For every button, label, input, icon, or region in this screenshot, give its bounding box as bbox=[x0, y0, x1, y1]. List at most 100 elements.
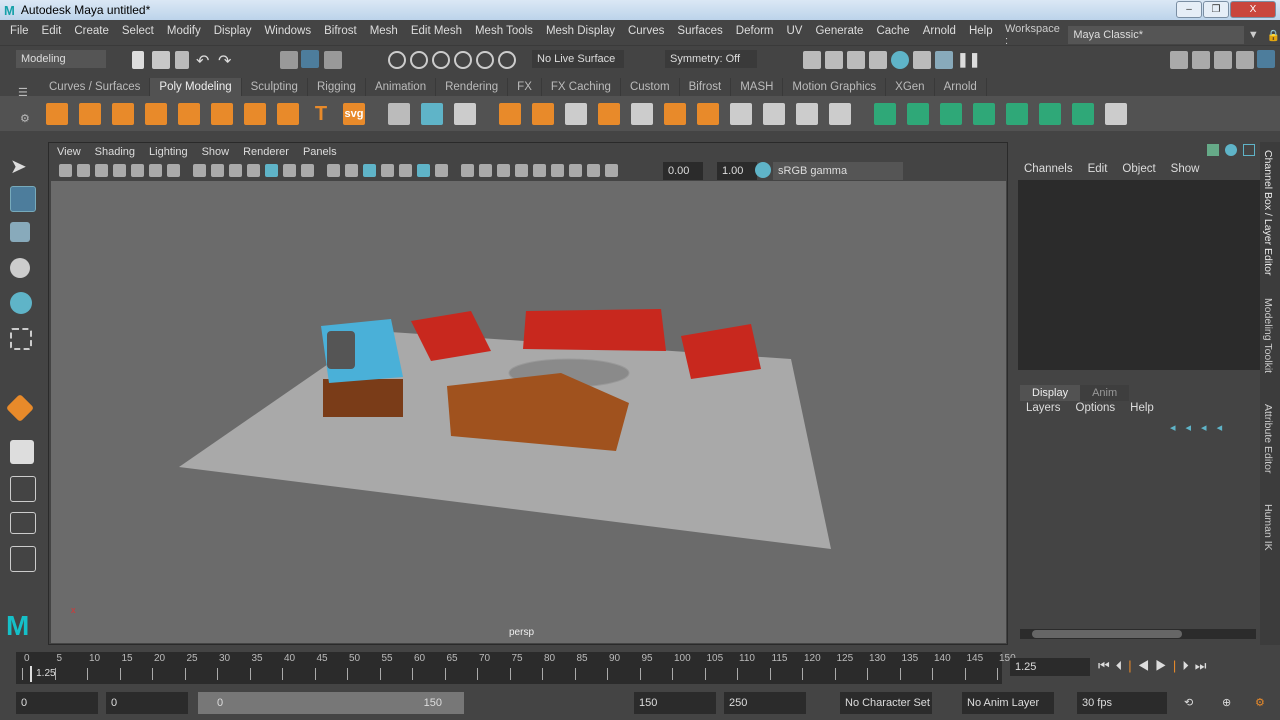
menu-generate[interactable]: Generate bbox=[815, 25, 863, 37]
gamma-field[interactable]: 1.00 bbox=[717, 162, 757, 180]
menu-edit-mesh[interactable]: Edit Mesh bbox=[411, 25, 462, 37]
poly-disc-icon[interactable] bbox=[244, 103, 266, 125]
viewport-tool-icon[interactable] bbox=[113, 164, 126, 177]
lock-icon[interactable]: 🔒 bbox=[1267, 29, 1280, 42]
current-time-field[interactable]: 1.25 bbox=[1010, 658, 1090, 676]
hard-edge-icon[interactable] bbox=[1006, 103, 1028, 125]
tab-anim[interactable]: Anim bbox=[1080, 385, 1130, 401]
anim-layer-dropdown[interactable]: No Anim Layer bbox=[962, 692, 1054, 714]
shelf-tab-animation[interactable]: Animation bbox=[366, 78, 437, 96]
layer-buttons[interactable]: ◂◂◂◂ bbox=[1170, 421, 1232, 434]
render-settings-icon[interactable] bbox=[869, 51, 887, 69]
shelf-tab-curves-surfaces[interactable]: Curves / Surfaces bbox=[40, 78, 151, 96]
viewport-menu-panels[interactable]: Panels bbox=[303, 146, 337, 158]
poly-cone-icon[interactable] bbox=[145, 103, 167, 125]
viewport-menu-shading[interactable]: Shading bbox=[95, 146, 135, 158]
layer-menu-help[interactable]: Help bbox=[1130, 402, 1154, 414]
svg-icon[interactable]: svg bbox=[343, 103, 365, 125]
go-to-start-icon[interactable]: ⏮ bbox=[1098, 658, 1116, 673]
shelf-tab-xgen[interactable]: XGen bbox=[886, 78, 935, 96]
tab-modeling-toolkit[interactable]: Modeling Toolkit bbox=[1262, 298, 1274, 373]
layer-menu-options[interactable]: Options bbox=[1076, 402, 1116, 414]
move-tool-icon[interactable] bbox=[10, 258, 30, 278]
menuset-dropdown[interactable]: Modeling bbox=[16, 50, 106, 68]
loop-icon[interactable]: ⟲ bbox=[1184, 696, 1193, 709]
snap-curve-icon[interactable] bbox=[410, 51, 428, 69]
render-current-frame-icon[interactable] bbox=[825, 51, 843, 69]
menu-file[interactable]: File bbox=[10, 25, 29, 37]
bevel-icon[interactable] bbox=[598, 103, 620, 125]
viewport-tool-icon[interactable] bbox=[533, 164, 546, 177]
menu-mesh[interactable]: Mesh bbox=[370, 25, 398, 37]
snap-grid-icon[interactable] bbox=[388, 51, 406, 69]
pause-icon[interactable]: ❚❚ bbox=[957, 51, 980, 69]
viewport-tool-icon[interactable] bbox=[551, 164, 564, 177]
open-scene-icon[interactable] bbox=[152, 51, 170, 69]
poly-plane-icon[interactable] bbox=[211, 103, 233, 125]
viewport-tool-icon[interactable] bbox=[149, 164, 162, 177]
viewport-tool-icon[interactable] bbox=[461, 164, 474, 177]
shelf-tab-fx-caching[interactable]: FX Caching bbox=[542, 78, 621, 96]
fps-dropdown[interactable]: 30 fps bbox=[1077, 692, 1167, 714]
normals-icon[interactable] bbox=[940, 103, 962, 125]
lasso-tool-icon[interactable] bbox=[10, 186, 36, 212]
last-tool-icon[interactable] bbox=[5, 393, 35, 423]
3d-viewport[interactable]: x persp bbox=[51, 181, 1006, 643]
insert-edge-loop-icon[interactable] bbox=[697, 103, 719, 125]
playback-end-field[interactable]: 150 bbox=[634, 692, 716, 714]
select-component-icon[interactable] bbox=[324, 51, 342, 69]
symmetry-dropdown[interactable]: Symmetry: Off bbox=[665, 50, 757, 68]
channel-menu-show[interactable]: Show bbox=[1171, 163, 1200, 175]
time-slider-bar[interactable]: 0 5 10 15 20 25 30 35 40 45 50 55 60 65 70 75 80 85 90 95 10… bbox=[16, 652, 1016, 684]
automatic-uv-icon[interactable] bbox=[1072, 103, 1094, 125]
menu-edit[interactable]: Edit bbox=[42, 25, 62, 37]
cut-uv-icon[interactable] bbox=[829, 103, 851, 125]
viewport-tool-icon[interactable] bbox=[435, 164, 448, 177]
light-editor-icon[interactable] bbox=[935, 51, 953, 69]
chevron-down-icon[interactable]: ▼ bbox=[1248, 29, 1259, 41]
menu-help[interactable]: Help bbox=[969, 25, 993, 37]
viewport-tool-icon[interactable] bbox=[301, 164, 314, 177]
menu-mesh-display[interactable]: Mesh Display bbox=[546, 25, 615, 37]
rotate-tool-icon[interactable] bbox=[10, 292, 32, 314]
channel-menu-edit[interactable]: Edit bbox=[1088, 163, 1108, 175]
menu-cache[interactable]: Cache bbox=[876, 25, 909, 37]
poly-cube-icon[interactable] bbox=[79, 103, 101, 125]
viewport-tool-icon[interactable] bbox=[77, 164, 90, 177]
auto-key-icon[interactable]: ⊕ bbox=[1222, 696, 1231, 709]
human-ik-icon[interactable] bbox=[1192, 51, 1210, 69]
viewport-menu-show[interactable]: Show bbox=[202, 146, 230, 158]
viewport-tool-icon[interactable] bbox=[363, 164, 376, 177]
shelf-tab-arnold[interactable]: Arnold bbox=[935, 78, 987, 96]
viewport-tool-icon[interactable] bbox=[247, 164, 260, 177]
crease-icon[interactable] bbox=[763, 103, 785, 125]
viewport-tool-icon[interactable] bbox=[229, 164, 242, 177]
viewport-menu-lighting[interactable]: Lighting bbox=[149, 146, 188, 158]
shelf-tab-poly-modeling[interactable]: Poly Modeling bbox=[150, 78, 242, 96]
current-time-marker[interactable] bbox=[30, 666, 33, 682]
viewport-tool-icon[interactable] bbox=[167, 164, 180, 177]
range-slider-bar[interactable]: 0 150 bbox=[198, 692, 464, 714]
menu-arnold[interactable]: Arnold bbox=[923, 25, 956, 37]
tool-settings-icon[interactable] bbox=[1236, 51, 1254, 69]
live-surface-field[interactable]: No Live Surface bbox=[532, 50, 624, 68]
workspace-dropdown[interactable]: Maya Classic* bbox=[1068, 26, 1244, 44]
hypershade-icon[interactable] bbox=[891, 51, 909, 69]
shelf-tab-motion-graphics[interactable]: Motion Graphics bbox=[783, 78, 887, 96]
tab-channel-box-layer-editor[interactable]: Channel Box / Layer Editor bbox=[1262, 150, 1274, 276]
unfold-icon[interactable] bbox=[874, 103, 896, 125]
extrude-icon[interactable] bbox=[532, 103, 554, 125]
tab-display[interactable]: Display bbox=[1020, 385, 1081, 401]
poly-cylinder-icon[interactable] bbox=[112, 103, 134, 125]
soft-edge-icon[interactable] bbox=[973, 103, 995, 125]
single-perspective-layout-icon[interactable] bbox=[10, 440, 34, 464]
bridge-icon[interactable] bbox=[565, 103, 587, 125]
viewport-tool-icon[interactable] bbox=[399, 164, 412, 177]
exposure-field[interactable]: 0.00 bbox=[663, 162, 703, 180]
color-space-dropdown[interactable]: sRGB gamma bbox=[773, 162, 903, 180]
channel-box-icon[interactable] bbox=[1207, 144, 1219, 156]
step-back-key-icon[interactable]: | bbox=[1128, 658, 1137, 673]
snap-point-icon[interactable] bbox=[432, 51, 450, 69]
viewport-tool-icon[interactable] bbox=[381, 164, 394, 177]
viewport-tool-icon[interactable] bbox=[131, 164, 144, 177]
